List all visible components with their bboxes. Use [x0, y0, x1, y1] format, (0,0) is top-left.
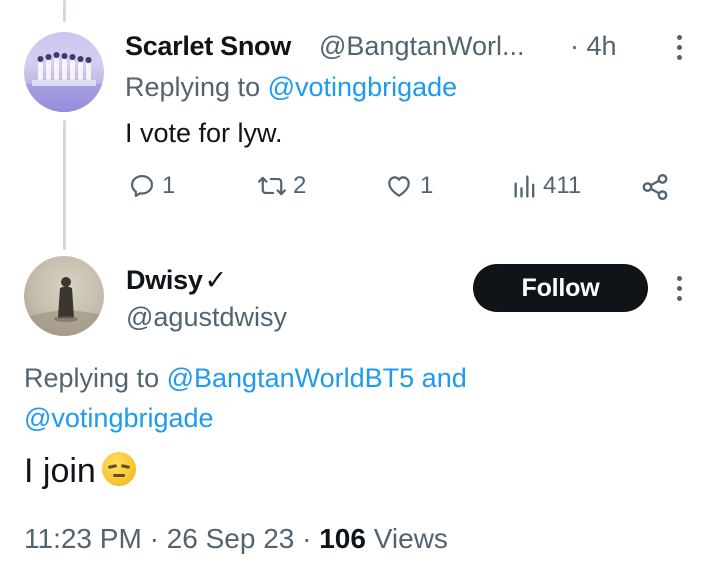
- replying-to-label: Replying to: [125, 72, 261, 102]
- display-name[interactable]: Dwisy✓: [126, 265, 227, 296]
- share-icon: [642, 173, 668, 201]
- retweet-button[interactable]: 2: [257, 172, 306, 200]
- avatar-image: [24, 52, 104, 112]
- mention-link[interactable]: @votingbrigade: [268, 72, 458, 102]
- views-label: Views: [373, 523, 448, 554]
- replying-to-and: and: [421, 363, 467, 393]
- checkmark-icon: ✓: [204, 265, 228, 295]
- avatar[interactable]: [24, 32, 104, 112]
- tweet-text: I join: [24, 452, 136, 491]
- views-icon: [514, 175, 535, 198]
- mention-link[interactable]: @votingbrigade: [24, 403, 214, 433]
- tweet-date[interactable]: 26 Sep 23: [167, 523, 295, 554]
- views-button[interactable]: 411: [513, 172, 581, 200]
- meta-separator: ·: [302, 523, 312, 554]
- timestamp[interactable]: · 4h: [570, 31, 617, 62]
- replying-to: Replying to @votingbrigade: [125, 72, 457, 103]
- handle[interactable]: @BangtanWorl...: [319, 31, 525, 62]
- tweet-time[interactable]: 11:23 PM: [24, 523, 142, 554]
- display-name-text[interactable]: Scarlet Snow: [125, 31, 291, 61]
- retweet-count: 2: [293, 172, 307, 199]
- tweet-text: I vote for lyw.: [125, 118, 283, 148]
- like-count: 1: [420, 172, 434, 199]
- replying-to: Replying to @BangtanWorldBT5 and @voting…: [24, 358, 584, 438]
- reply-icon: [130, 174, 154, 198]
- pensive-face-icon: [101, 452, 136, 486]
- views-count: 411: [543, 172, 582, 199]
- follow-button[interactable]: Follow: [473, 264, 648, 312]
- mention-link[interactable]: @BangtanWorldBT5: [167, 363, 415, 393]
- reply-button[interactable]: 1: [128, 172, 175, 200]
- handle[interactable]: @agustdwisy: [126, 302, 287, 333]
- views-count: 106: [319, 523, 366, 554]
- meta-separator: ·: [149, 523, 159, 554]
- thread-line-connector: [63, 120, 66, 250]
- display-name[interactable]: Scarlet Snow: [125, 31, 291, 62]
- more-options-icon[interactable]: [677, 35, 683, 65]
- heart-icon: [388, 176, 410, 197]
- thread-line-top: [63, 0, 66, 22]
- tweet-meta: 11:23 PM · 26 Sep 23 · 106 Views: [24, 523, 448, 555]
- avatar[interactable]: [24, 256, 104, 336]
- display-name-text[interactable]: Dwisy: [126, 265, 203, 295]
- replying-to-label: Replying to: [24, 363, 160, 393]
- more-options-icon[interactable]: [677, 276, 683, 306]
- avatar-image: [24, 277, 104, 336]
- tweet-text-content: I join: [24, 452, 96, 490]
- like-button[interactable]: 1: [384, 172, 433, 200]
- share-button[interactable]: [640, 172, 670, 202]
- retweet-icon: [257, 176, 287, 196]
- reply-count: 1: [162, 172, 176, 199]
